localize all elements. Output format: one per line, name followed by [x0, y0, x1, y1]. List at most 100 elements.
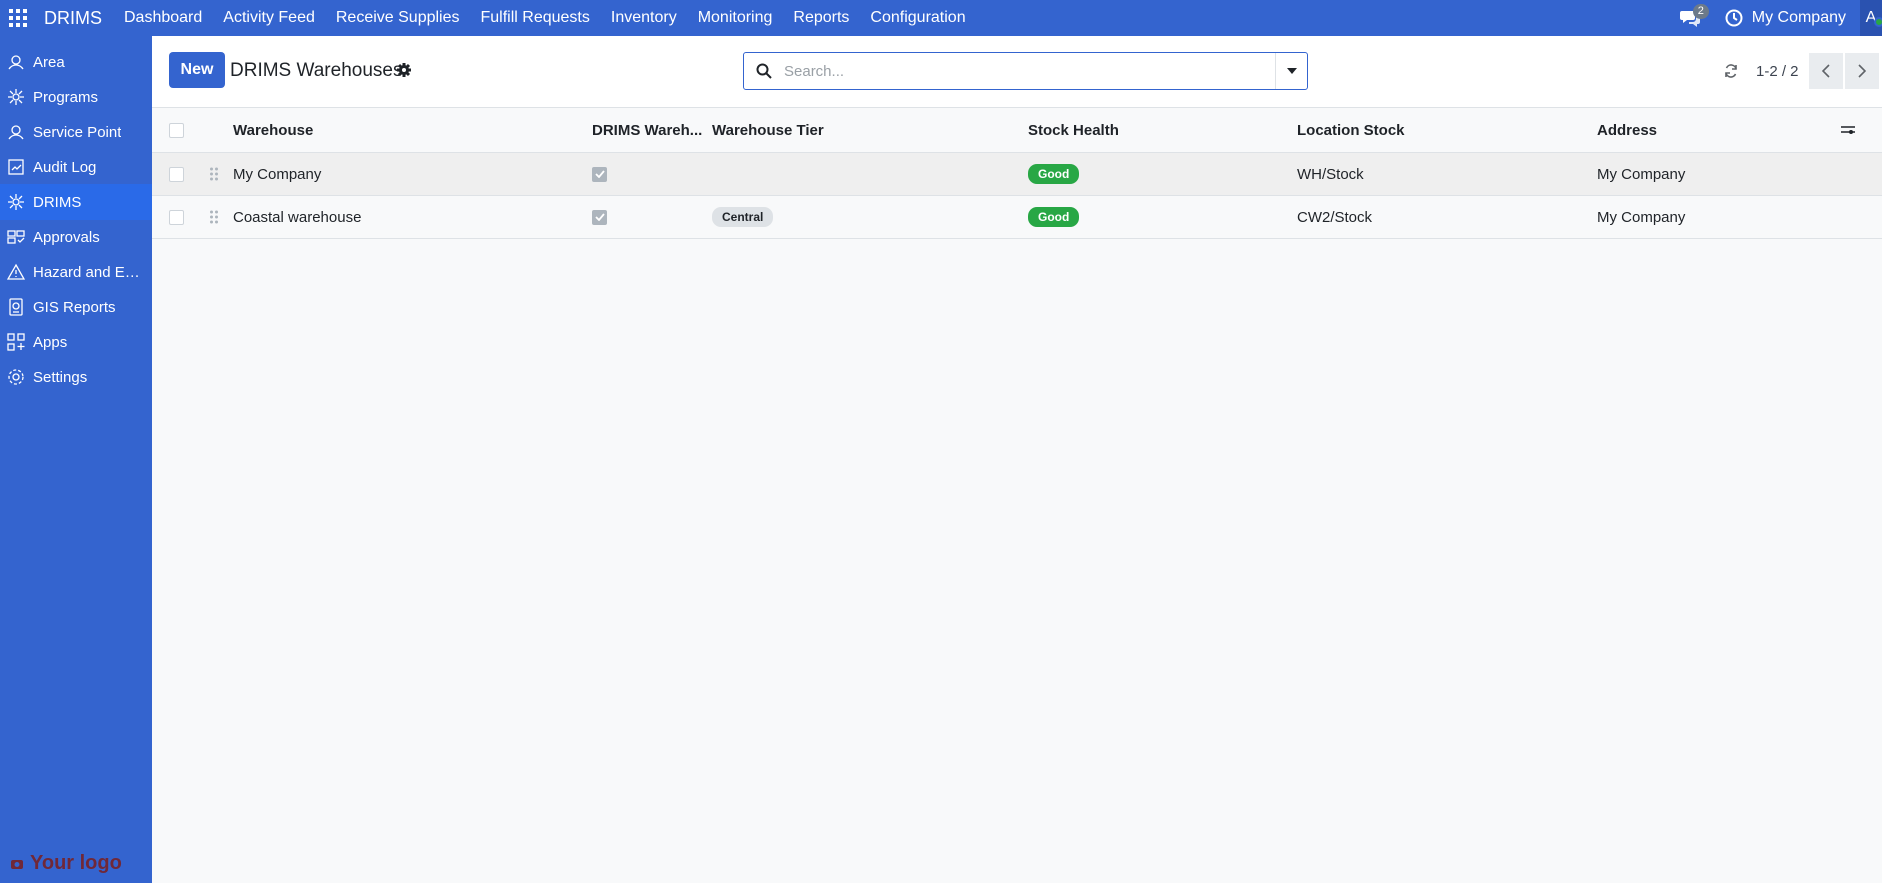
- page-title: DRIMS Warehouses: [230, 60, 403, 81]
- drims-icon: [6, 192, 26, 212]
- check-icon: [594, 213, 605, 221]
- gis-reports-icon: [6, 297, 26, 317]
- user-avatar[interactable]: A: [1860, 0, 1882, 36]
- sidebar-item-settings[interactable]: Settings: [0, 359, 152, 395]
- search-icon[interactable]: [744, 52, 784, 90]
- sidebar-item-label: Apps: [33, 333, 68, 351]
- warehouse-tier-badge: Central: [712, 207, 774, 227]
- address-cell[interactable]: My Company: [1597, 153, 1685, 195]
- search-bar: [743, 52, 1308, 90]
- settings-icon: [6, 367, 26, 387]
- area-icon: [6, 52, 26, 72]
- sidebar-item-drims[interactable]: DRIMS: [0, 184, 152, 220]
- warehouse-name-cell[interactable]: Coastal warehouse: [233, 196, 361, 238]
- stock-health-badge: Good: [1028, 207, 1080, 227]
- menu-fulfill-requests[interactable]: Fulfill Requests: [481, 9, 590, 27]
- sidebar-item-label: GIS Reports: [33, 298, 116, 316]
- main-menu: Dashboard Activity Feed Receive Supplies…: [124, 9, 987, 27]
- logo-mark-icon: [11, 859, 23, 869]
- sidebar-item-label: Hazard and Em...: [33, 263, 145, 281]
- pager-value[interactable]: 1-2 / 2: [1756, 63, 1799, 80]
- brand-name[interactable]: DRIMS: [44, 8, 102, 29]
- column-options-icon: [1841, 126, 1855, 134]
- warehouse-name-cell[interactable]: My Company: [233, 153, 321, 195]
- stock-health-badge: Good: [1028, 164, 1080, 184]
- new-button[interactable]: New: [169, 52, 225, 88]
- messaging-button[interactable]: 2: [1676, 0, 1709, 36]
- sidebar-item-label: Approvals: [33, 228, 100, 246]
- row-select-cell: [169, 196, 184, 238]
- table-row[interactable]: My Company Good WH/Stock My Company: [152, 153, 1882, 196]
- sidebar-item-service-point[interactable]: Service Point: [0, 114, 152, 150]
- menu-configuration[interactable]: Configuration: [870, 9, 965, 27]
- logo-text: Your logo: [30, 852, 122, 874]
- sidebar-item-label: Settings: [33, 368, 88, 386]
- table-row[interactable]: Coastal warehouse Central Good CW2/Stock…: [152, 196, 1882, 239]
- sidebar-item-audit-log[interactable]: Audit Log: [0, 149, 152, 185]
- chevron-right-icon: [1857, 64, 1866, 78]
- online-status-dot: [1874, 17, 1882, 27]
- sidebar-item-gis-reports[interactable]: GIS Reports: [0, 289, 152, 325]
- drims-warehouse-cell: [592, 196, 607, 238]
- company-logo: Your logo: [10, 852, 122, 875]
- column-header-warehouse[interactable]: Warehouse: [233, 108, 313, 152]
- navbar-systray: 2 My Company A: [1676, 0, 1882, 36]
- optional-columns-toggle[interactable]: [1840, 108, 1856, 152]
- column-header-location-stock[interactable]: Location Stock: [1297, 108, 1405, 152]
- chat-count-badge: 2: [1692, 4, 1709, 19]
- row-select-cell: [169, 153, 184, 195]
- location-stock-cell[interactable]: CW2/Stock: [1297, 196, 1372, 238]
- drag-handle-icon[interactable]: [209, 196, 219, 238]
- column-header-address[interactable]: Address: [1597, 108, 1657, 152]
- warehouse-tier-cell: Central: [712, 196, 774, 238]
- sidebar-item-label: Programs: [33, 88, 99, 106]
- check-icon: [594, 170, 605, 178]
- menu-monitoring[interactable]: Monitoring: [698, 9, 773, 27]
- chevron-left-icon: [1821, 64, 1830, 78]
- sidebar-item-label: Audit Log: [33, 158, 97, 176]
- top-navbar: DRIMS Dashboard Activity Feed Receive Su…: [0, 0, 1882, 36]
- column-header-warehouse-tier[interactable]: Warehouse Tier: [712, 108, 824, 152]
- select-all-checkbox[interactable]: [169, 122, 184, 138]
- sidebar-item-label: DRIMS: [33, 193, 82, 211]
- sidebar-item-apps[interactable]: Apps: [0, 324, 152, 360]
- address-cell[interactable]: My Company: [1597, 196, 1685, 238]
- warehouse-list-table: Warehouse DRIMS Wareh... Warehouse Tier …: [152, 108, 1882, 239]
- search-input[interactable]: [784, 62, 1275, 80]
- drims-warehouse-checkbox: [592, 166, 607, 182]
- drag-handle-icon[interactable]: [209, 153, 219, 195]
- activity-clock-icon[interactable]: [1722, 0, 1746, 36]
- menu-activity-feed[interactable]: Activity Feed: [223, 9, 315, 27]
- menu-receive-supplies[interactable]: Receive Supplies: [336, 9, 460, 27]
- sidebar-item-approvals[interactable]: Approvals: [0, 219, 152, 255]
- drims-warehouse-cell: [592, 153, 607, 195]
- hazard-icon: [6, 262, 26, 282]
- sidebar-item-programs[interactable]: Programs: [0, 79, 152, 115]
- row-checkbox[interactable]: [169, 209, 184, 225]
- column-header-stock-health[interactable]: Stock Health: [1028, 108, 1119, 152]
- sidebar-item-area[interactable]: Area: [0, 44, 152, 80]
- gear-icon[interactable]: [396, 62, 412, 78]
- sidebar-item-hazard[interactable]: Hazard and Em...: [0, 254, 152, 290]
- pager-previous-button[interactable]: [1808, 53, 1843, 89]
- menu-reports[interactable]: Reports: [793, 9, 849, 27]
- row-checkbox[interactable]: [169, 166, 184, 182]
- location-stock-cell[interactable]: WH/Stock: [1297, 153, 1364, 195]
- menu-dashboard[interactable]: Dashboard: [124, 9, 202, 27]
- sidebar: Area Programs Service Point Audit Log DR…: [0, 36, 152, 883]
- column-header-drims-warehouse[interactable]: DRIMS Wareh...: [592, 108, 702, 152]
- drims-warehouse-checkbox: [592, 209, 607, 225]
- pager: 1-2 / 2: [1720, 52, 1879, 90]
- company-switcher[interactable]: My Company: [1752, 9, 1846, 27]
- service-point-icon: [6, 122, 26, 142]
- stock-health-cell: Good: [1028, 153, 1080, 195]
- app-grid-icon[interactable]: [0, 0, 36, 36]
- programs-icon: [6, 87, 26, 107]
- refresh-icon[interactable]: [1720, 60, 1742, 82]
- menu-inventory[interactable]: Inventory: [611, 9, 677, 27]
- pager-next-button[interactable]: [1844, 53, 1879, 89]
- stock-health-cell: Good: [1028, 196, 1080, 238]
- caret-down-icon: [1286, 68, 1297, 74]
- search-options-toggle[interactable]: [1275, 53, 1307, 89]
- apps-icon: [6, 332, 26, 352]
